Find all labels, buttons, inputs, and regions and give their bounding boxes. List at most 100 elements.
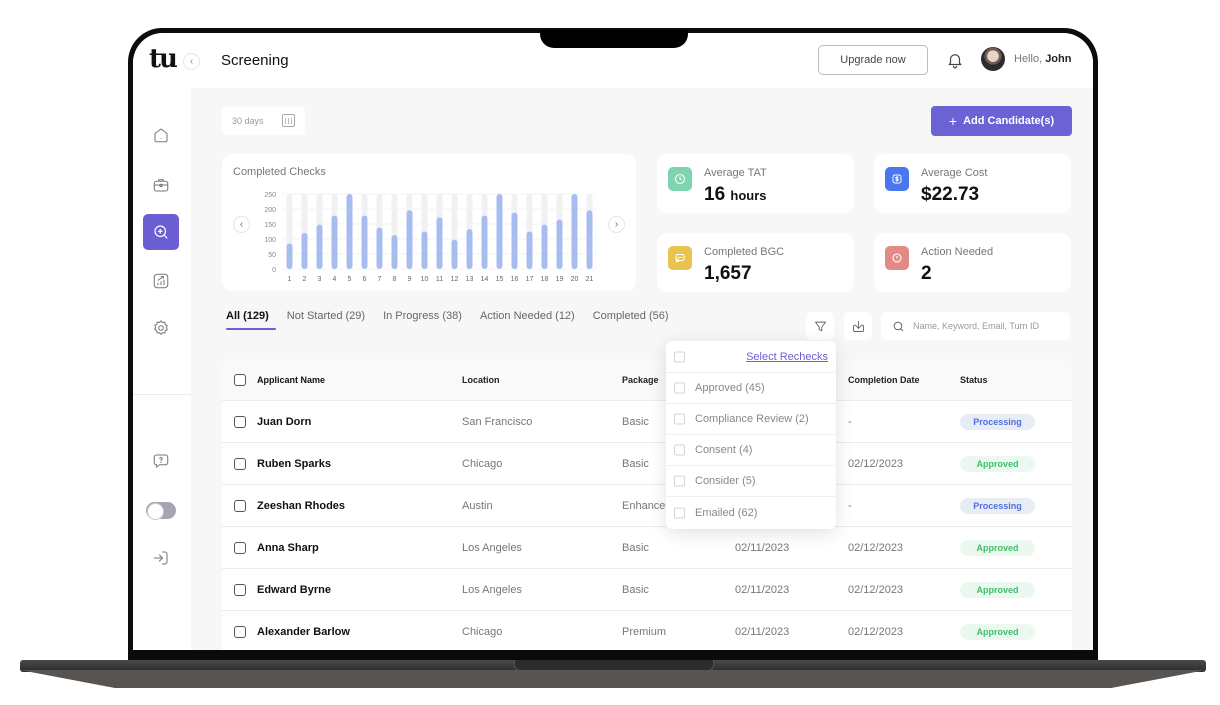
bell-icon[interactable] [946,51,964,69]
dropdown-option[interactable]: Approved (45) [666,373,836,404]
tab-completed[interactable]: Completed (56) [593,310,669,330]
header-location[interactable]: Location [462,375,500,385]
row-checkbox[interactable] [234,625,246,638]
gear-icon [154,320,168,336]
header-applicant-name[interactable]: Applicant Name [257,375,325,385]
bar[interactable] [451,239,458,269]
date-range-picker[interactable]: 30 days [222,107,305,135]
bar[interactable] [526,231,533,270]
option-checkbox[interactable] [674,413,685,425]
chart-next-button[interactable]: › [608,216,625,233]
request-date: 02/11/2023 [735,583,790,596]
row-checkbox[interactable] [234,541,246,554]
x-tick-label: 5 [348,276,352,283]
tab-all[interactable]: All (129) [226,310,276,330]
download-button[interactable] [844,312,872,340]
sidebar-item-settings[interactable] [143,310,179,346]
bar[interactable] [391,235,398,269]
search-input[interactable] [913,321,1063,331]
dropdown-option[interactable]: Emailed (62) [666,497,836,528]
tab-in-progress[interactable]: In Progress (38) [383,310,462,330]
status-badge: Approved [960,581,1035,598]
dropdown-option[interactable]: Compliance Review (2) [666,404,836,435]
table-row[interactable]: Alexander Barlow Chicago Premium 02/11/2023… [222,611,1072,650]
row-checkbox[interactable] [234,499,246,512]
avatar[interactable] [981,47,1005,71]
bar[interactable] [556,219,563,270]
theme-toggle[interactable] [146,502,176,520]
applicant-name[interactable]: Ruben Sparks [257,458,331,470]
option-checkbox[interactable] [674,475,685,487]
sidebar-item-reports[interactable] [143,263,179,299]
completed-checks-card: Completed Checks 0 50 100 150 200 250 1 2 3 4 5 6 7 8… [222,154,636,291]
bar[interactable] [481,215,488,269]
user-greeting[interactable]: Hello, John [1014,53,1071,65]
bar[interactable] [301,233,308,269]
applicant-name[interactable]: Edward Byrne [257,584,331,596]
table-header: Applicant Name Location Package Completi… [222,359,1072,401]
add-candidate-button[interactable]: + Add Candidate(s) [931,106,1072,136]
bar[interactable] [346,194,353,269]
row-checkbox[interactable] [234,415,246,428]
table-row[interactable]: Ruben Sparks Chicago Basic 02/12/2023 Approv… [222,443,1072,485]
filter-button[interactable] [806,312,834,340]
bar[interactable] [511,212,518,269]
logo[interactable]: tu [149,46,178,72]
tab-not-started[interactable]: Not Started (29) [287,310,365,330]
bar[interactable] [496,194,503,269]
table-row[interactable]: Edward Byrne Los Angeles Basic 02/11/2023 02… [222,569,1072,611]
table-row[interactable]: Anna Sharp Los Angeles Basic 02/11/2023 02/1… [222,527,1072,569]
header-package[interactable]: Package [622,375,659,385]
sidebar-item-help[interactable] [143,443,179,479]
option-checkbox[interactable] [674,382,685,394]
option-checkbox[interactable] [674,507,685,518]
laptop-base-shadow [20,670,1206,688]
bar[interactable] [376,227,383,269]
dollar-icon [885,167,909,191]
applicant-name[interactable]: Anna Sharp [257,542,319,554]
sidebar-item-screening[interactable] [143,214,179,250]
applicant-name[interactable]: Juan Dorn [257,416,311,428]
bar[interactable] [466,229,473,269]
bar[interactable] [586,210,593,269]
bar[interactable] [361,215,368,269]
search-box[interactable] [881,312,1070,340]
option-checkbox[interactable] [674,444,685,456]
table-body: Juan Dorn San Francisco Basic - Processing Ru… [222,401,1072,650]
bar[interactable] [316,224,323,269]
chart-prev-button[interactable]: ‹ [233,216,250,233]
y-tick-label: 100 [264,237,276,244]
bar[interactable] [406,210,413,269]
x-tick-label: 3 [318,276,322,283]
bar[interactable] [436,217,443,269]
bar[interactable] [541,224,548,269]
search-plus-icon [154,225,168,239]
row-checkbox[interactable] [234,583,246,596]
sidebar-item-home[interactable] [143,117,179,153]
dropdown-option[interactable]: Consider (5) [666,466,836,497]
download-icon [852,320,864,332]
row-checkbox[interactable] [234,457,246,470]
table-row[interactable]: Juan Dorn San Francisco Basic - Processing [222,401,1072,443]
select-all-checkbox[interactable] [234,373,246,386]
collapse-sidebar-button[interactable]: ‹ [183,53,200,70]
table-row[interactable]: Zeeshan Rhodes Austin Enhance - Processing [222,485,1072,527]
select-rechecks-link[interactable]: Select Rechecks [746,351,828,363]
bar[interactable] [331,215,338,269]
applicant-name[interactable]: Alexander Barlow [257,626,350,638]
header-status[interactable]: Status [960,375,988,385]
package: Basic [622,541,649,554]
bar[interactable] [286,243,293,270]
bar[interactable] [421,231,428,270]
option-label: Consider (5) [695,475,756,487]
sidebar-item-jobs[interactable] [143,167,179,203]
x-tick-label: 7 [378,276,382,283]
upgrade-button[interactable]: Upgrade now [818,45,928,75]
bar[interactable] [571,194,578,269]
sidebar-item-logout[interactable] [143,540,179,576]
dropdown-option[interactable]: Consent (4) [666,435,836,466]
dropdown-select-all-checkbox[interactable] [674,351,685,362]
applicant-name[interactable]: Zeeshan Rhodes [257,500,345,512]
header-completion-date[interactable]: Completion Date [848,375,920,385]
tab-action-needed[interactable]: Action Needed (12) [480,310,575,330]
